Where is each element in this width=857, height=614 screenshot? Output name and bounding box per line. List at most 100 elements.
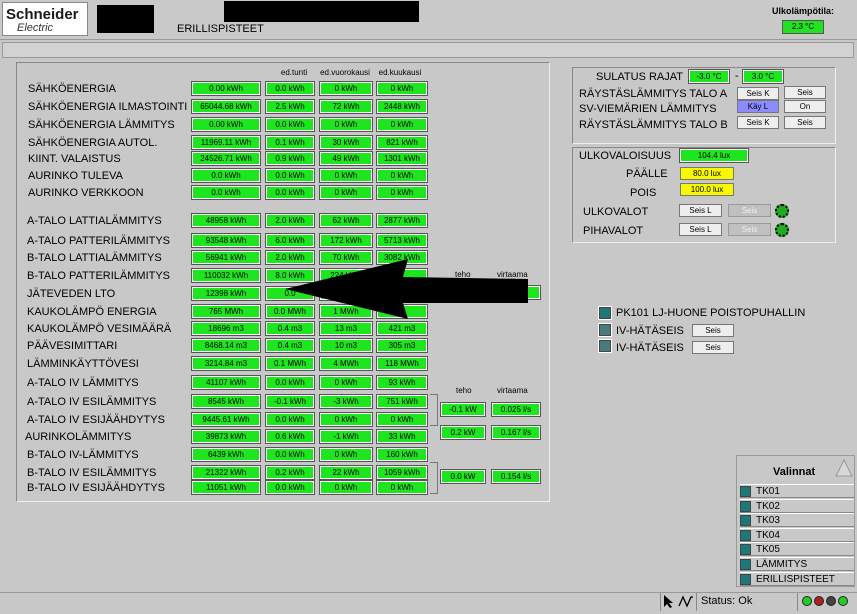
value-month: 5713 kWh	[376, 233, 428, 248]
redacted-box	[97, 5, 154, 33]
value-month: 118 MWh	[376, 356, 428, 371]
value-hour: 0.0 kWh	[265, 480, 315, 495]
iv-hatas-2-label: IV-HÄTÄSEIS	[616, 342, 684, 354]
selection-checkbox[interactable]	[740, 486, 751, 497]
ulkovalot-state-button[interactable]: Seis	[728, 204, 771, 217]
value-total: 24526.71 kWh	[191, 151, 261, 166]
selection-item-tk02[interactable]: TK02	[740, 498, 854, 513]
collapse-triangle-icon[interactable]	[835, 458, 853, 478]
selection-label: TK02	[756, 500, 780, 512]
pihavalot-lamp-icon	[775, 223, 789, 237]
iv-hatas-1-checkbox[interactable]	[598, 323, 612, 337]
col-header-month: ed.kuukausi	[378, 68, 422, 77]
sv-viemari-state-button[interactable]: On	[784, 100, 826, 113]
row-label: PÄÄVESIMITTARI	[27, 340, 118, 352]
col-header-day: ed.vuorokausi	[320, 68, 370, 77]
row-label: B-TALO PATTERILÄMMITYS	[27, 270, 171, 282]
value-day: 0 kWh	[319, 117, 373, 132]
value-month: 0 kWh	[376, 117, 428, 132]
value-hour: 2.0 kWh	[265, 213, 315, 228]
bracket	[430, 462, 438, 494]
off-label: POIS	[630, 187, 657, 199]
selection-label: TK05	[756, 544, 780, 556]
selection-item-tk01[interactable]: TK01	[740, 484, 854, 498]
selection-checkbox[interactable]	[740, 515, 751, 527]
selection-checkbox[interactable]	[740, 500, 751, 512]
value-day: 0 kWh	[319, 185, 373, 200]
status-lamp-icon	[802, 596, 812, 606]
selection-checkbox[interactable]	[740, 559, 751, 570]
schneider-logo: Schneider Electric	[2, 2, 88, 36]
value-total: 0.00 kWh	[191, 117, 261, 132]
ulkovalot-mode-button[interactable]: Seis L	[679, 204, 722, 217]
value-day: 0 kWh	[319, 412, 373, 427]
raystas-b-state-button[interactable]: Seis	[784, 116, 826, 129]
selection-item-tk03[interactable]: TK03	[740, 513, 854, 528]
on-label: PÄÄLLE	[626, 168, 668, 180]
value-total: 21322 kWh	[191, 465, 261, 480]
raystas-a-state-button[interactable]: Seis	[784, 86, 826, 99]
pk101-label: PK101 LJ-HUONE POISTOPUHALLIN	[616, 307, 806, 319]
row-label: SÄHKÖENERGIA	[28, 83, 117, 95]
raystas-a-label: RÄYSTÄSLÄMMITYS TALO A	[579, 88, 728, 100]
value-total: 110032 kWh	[191, 268, 261, 283]
row-label: KAUKOLÄMPÖ VESIMÄÄRÄ	[27, 323, 172, 335]
sulatus-high[interactable]: 3.0 °C	[742, 69, 784, 84]
value-total: 39873 kWh	[191, 429, 261, 444]
outdoor-temp-label: Ulkolämpötila:	[772, 6, 835, 16]
row-label: B-TALO LATTIALÄMMITYS	[27, 252, 162, 264]
iv-hatas-1-button[interactable]: Seis	[692, 324, 734, 337]
value-day: 72 kWh	[319, 99, 373, 114]
value-month: 751 kWh	[376, 394, 428, 409]
value-month: 2448 kWh	[376, 99, 428, 114]
lux-label: ULKOVALOISUUS	[579, 150, 672, 162]
selection-item-lämmitys[interactable]: LÄMMITYS	[740, 557, 854, 571]
value-month: 1301 kWh	[376, 151, 428, 166]
sulatus-low[interactable]: -3.0 °C	[688, 69, 730, 84]
pihavalot-mode-button[interactable]: Seis L	[679, 223, 722, 236]
value-total: 11051 kWh	[191, 480, 261, 495]
value-total: 12398 kWh	[191, 286, 261, 301]
pihavalot-state-button[interactable]: Seis	[728, 223, 771, 236]
cursor-icon[interactable]	[662, 594, 676, 609]
col-header-hour: ed.tunti	[280, 68, 308, 77]
value-hour: 0.1 MWh	[265, 356, 315, 371]
off-value[interactable]: 100.0 lux	[680, 183, 734, 196]
selection-item-tk04[interactable]: TK04	[740, 527, 854, 542]
pk101-checkbox[interactable]	[598, 306, 612, 320]
logo-name: Schneider	[6, 6, 79, 23]
row-label: SÄHKÖENERGIA AUTOL.	[28, 137, 158, 149]
iv-hatas-2-checkbox[interactable]	[598, 339, 612, 353]
value-day: 0 kWh	[319, 81, 373, 96]
selection-item-erillispisteet[interactable]: ERILLISPISTEET	[740, 571, 854, 586]
value-total: 9445.61 kWh	[191, 412, 261, 427]
value-total: 0.0 kWh	[191, 185, 261, 200]
divider	[660, 593, 661, 611]
value-hour: 0.2 kWh	[265, 465, 315, 480]
trend-icon[interactable]	[678, 594, 694, 609]
iv-hatas-2-button[interactable]: Seis	[692, 341, 734, 354]
selection-checkbox[interactable]	[740, 529, 751, 541]
value-month: 0 kWh	[376, 480, 428, 495]
raystas-b-mode-button[interactable]: Seis K	[737, 116, 779, 129]
divider	[696, 593, 697, 611]
raystas-a-mode-button[interactable]: Seis K	[737, 87, 779, 100]
sv-viemari-mode-button[interactable]: Käy L	[737, 100, 779, 113]
row-label: JÄTEVEDEN LTO	[27, 288, 116, 300]
on-value[interactable]: 80.0 lux	[680, 167, 734, 180]
row-label: B-TALO IV ESILÄMMITYS	[27, 467, 157, 479]
selection-checkbox[interactable]	[740, 544, 751, 556]
value-total: 65044.68 kWh	[191, 99, 261, 114]
raystas-b-label: RÄYSTÄSLÄMMITYS TALO B	[579, 119, 728, 131]
value-hour: -0.1 kWh	[265, 394, 315, 409]
selection-checkbox[interactable]	[740, 573, 751, 585]
value-month: 305 m3	[376, 338, 428, 353]
selection-item-tk05[interactable]: TK05	[740, 542, 854, 557]
value-total: 8468.14 m3	[191, 338, 261, 353]
value-day: 0 kWh	[319, 447, 373, 462]
value-day: 0 kWh	[319, 375, 373, 390]
status-text: Status: Ok	[701, 595, 753, 607]
value-hour: 0.0 kWh	[265, 168, 315, 183]
value-day: 13 m3	[319, 321, 373, 336]
value-hour: 0.0 kWh	[265, 447, 315, 462]
